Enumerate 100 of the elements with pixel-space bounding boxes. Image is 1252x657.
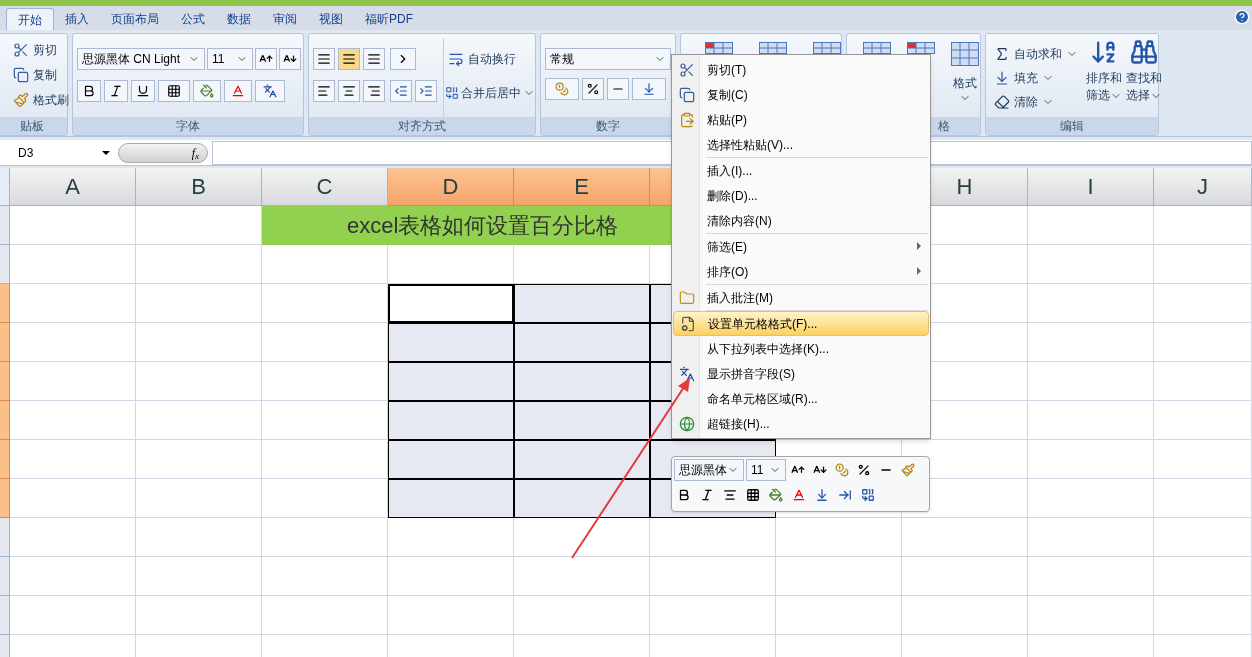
percent-button[interactable] [582, 78, 604, 100]
font-name-dropdown[interactable]: 思源黑体 CN Light [77, 48, 205, 70]
grid-cell[interactable] [10, 245, 136, 284]
grid-cell[interactable] [776, 557, 902, 596]
menu-item[interactable]: 从下拉列表中选择(K)... [673, 336, 929, 361]
table-cell[interactable] [388, 284, 514, 323]
grid-cell[interactable] [10, 440, 136, 479]
table-cell[interactable] [388, 323, 514, 362]
grid-cell[interactable] [136, 245, 262, 284]
grid-cell[interactable] [388, 596, 514, 635]
grid-cell[interactable] [388, 557, 514, 596]
ribbon-tab[interactable]: 视图 [308, 8, 354, 30]
grid-cell[interactable] [262, 557, 388, 596]
grid-cell[interactable] [1154, 440, 1252, 479]
font-name-dropdown[interactable]: 思源黑体 [674, 459, 744, 481]
wrap-text-button[interactable]: 自动换行 [444, 47, 536, 71]
autosum-button[interactable]: 自动求和 [990, 42, 1082, 66]
grid-cell[interactable] [1028, 362, 1154, 401]
font-size-dropdown[interactable]: 11 [746, 459, 786, 481]
menu-item[interactable]: 命名单元格区域(R)... [673, 386, 929, 411]
grid-cell[interactable] [136, 518, 262, 557]
grid-cell[interactable] [10, 401, 136, 440]
font-size-dropdown[interactable]: 11 [207, 48, 253, 70]
ribbon-tab[interactable]: 页面布局 [100, 8, 170, 30]
row-header[interactable] [0, 440, 10, 479]
find-select-button[interactable]: 查找和 选择 [1126, 38, 1162, 117]
cut-button[interactable]: 剪切 [9, 38, 73, 62]
grid-cell[interactable] [10, 596, 136, 635]
grid-cell[interactable] [136, 596, 262, 635]
grid-cell[interactable] [1154, 479, 1252, 518]
table-cell[interactable] [514, 362, 650, 401]
phonetic-button[interactable] [255, 80, 285, 102]
grid-cell[interactable] [514, 596, 650, 635]
row-header[interactable] [0, 284, 10, 323]
row-header[interactable] [0, 518, 10, 557]
fill-color-button[interactable] [193, 80, 221, 102]
grid-cell[interactable] [650, 596, 776, 635]
sort-filter-button[interactable]: 排序和 筛选 [1086, 38, 1122, 117]
grid-cell[interactable] [1028, 284, 1154, 323]
grid-cell[interactable] [10, 518, 136, 557]
grid-cell[interactable] [650, 557, 776, 596]
column-header[interactable]: A [10, 168, 136, 206]
row-header[interactable] [0, 557, 10, 596]
ribbon-tab[interactable]: 公式 [170, 8, 216, 30]
grid-cell[interactable] [10, 206, 136, 245]
underline-button[interactable] [131, 80, 155, 102]
align-left-button[interactable] [313, 80, 335, 102]
grid-cell[interactable] [262, 518, 388, 557]
grid-cell[interactable] [1028, 557, 1154, 596]
format-painter-button[interactable]: 格式刷 [9, 88, 73, 112]
grid-cell[interactable] [136, 479, 262, 518]
grid-cell[interactable] [136, 401, 262, 440]
decrease-indent-button[interactable] [390, 80, 412, 102]
row-header[interactable] [0, 479, 10, 518]
function-button[interactable]: f$_{x}$ [191, 143, 199, 162]
table-cell[interactable] [514, 440, 650, 479]
grid-cell[interactable] [902, 557, 1028, 596]
grid-cell[interactable] [1028, 440, 1154, 479]
select-all-corner[interactable] [0, 168, 10, 206]
increase-indent-button[interactable] [415, 80, 437, 102]
number-format-dropdown[interactable]: 常规 [545, 48, 671, 70]
grid-cell[interactable] [514, 518, 650, 557]
grid-cell[interactable] [10, 362, 136, 401]
ribbon-tab[interactable]: 数据 [216, 8, 262, 30]
vertical-align-button[interactable] [363, 48, 385, 70]
grid-cell[interactable] [902, 596, 1028, 635]
vertical-align-button[interactable] [338, 48, 360, 70]
grid-cell[interactable] [136, 323, 262, 362]
grid-cell[interactable] [1154, 284, 1252, 323]
grid-cell[interactable] [136, 440, 262, 479]
grid-cell[interactable] [1028, 245, 1154, 284]
row-header[interactable] [0, 323, 10, 362]
grid-cell[interactable] [1154, 401, 1252, 440]
table-cell[interactable] [514, 284, 650, 323]
grid-cell[interactable] [262, 596, 388, 635]
column-header[interactable]: B [136, 168, 262, 206]
row-header[interactable] [0, 206, 10, 245]
table-cell[interactable] [514, 323, 650, 362]
copy-button[interactable]: 复制 [9, 63, 73, 87]
row-header[interactable] [0, 245, 10, 284]
table-cell[interactable] [388, 401, 514, 440]
grid-cell[interactable] [776, 596, 902, 635]
grid-cell[interactable] [1028, 596, 1154, 635]
grid-cell[interactable] [1028, 401, 1154, 440]
shrink-font-button[interactable] [279, 48, 301, 70]
table-cell[interactable] [388, 479, 514, 518]
table-cell[interactable] [388, 362, 514, 401]
menu-item[interactable]: 复制(C) [673, 82, 929, 107]
font-color-button[interactable] [224, 80, 252, 102]
menu-item[interactable]: 显示拼音字段(S) [673, 361, 929, 386]
grid-cell[interactable] [1028, 518, 1154, 557]
grid-cell[interactable] [1154, 323, 1252, 362]
grid-cell[interactable] [1154, 206, 1252, 245]
fill-button[interactable]: 填充 [990, 66, 1082, 90]
decimal-button[interactable] [632, 78, 666, 100]
grid-cell[interactable] [1028, 323, 1154, 362]
column-header[interactable]: D [388, 168, 514, 206]
grow-font-button[interactable] [255, 48, 277, 70]
grid-cell[interactable] [1028, 206, 1154, 245]
help-icon[interactable] [1234, 9, 1250, 25]
